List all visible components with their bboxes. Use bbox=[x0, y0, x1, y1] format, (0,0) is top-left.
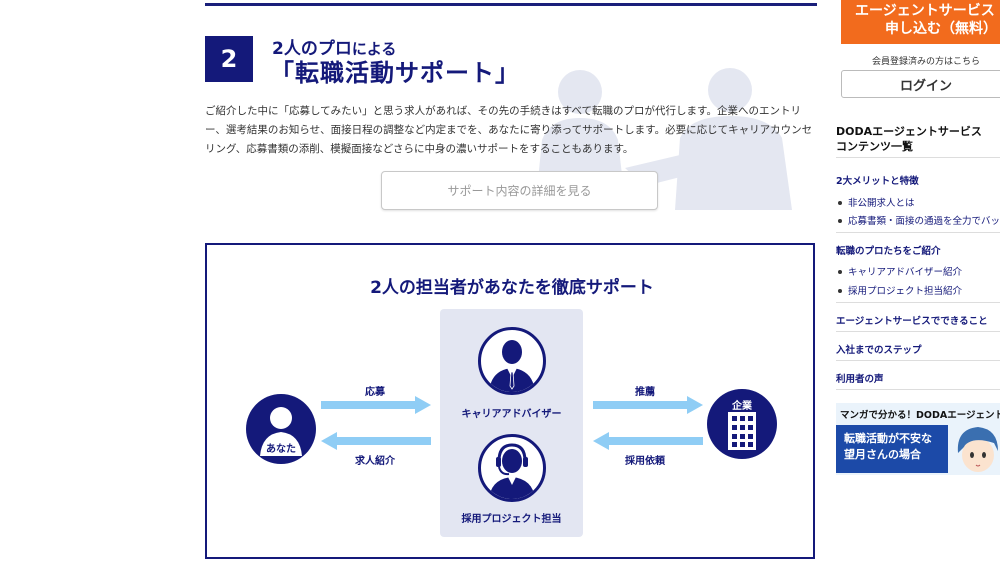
bullet-icon bbox=[838, 219, 842, 223]
sidebar-link-hidden-jobs[interactable]: 非公開求人とは bbox=[836, 195, 915, 209]
section-description: ご紹介した中に「応募してみたい」と思う求人があれば、その先の手続きはすべて転職の… bbox=[205, 105, 813, 155]
sidebar-item-label: 非公開求人とは bbox=[848, 198, 915, 209]
sidebar-link-pros[interactable]: 転職のプロたちをご紹介 bbox=[836, 243, 941, 257]
signup-line-2: 申し込む（無料） bbox=[885, 21, 997, 37]
section-title: 「転職活動サポート」 bbox=[270, 59, 520, 87]
hiring-request-label: 採用依頼 bbox=[625, 456, 665, 467]
diagram-title: 2人の担当者があなたを徹底サポート bbox=[370, 278, 654, 298]
divider bbox=[836, 157, 1000, 158]
manga-line-1: 転職活動が不安な bbox=[844, 432, 932, 445]
career-advisor-label: キャリアアドバイザー bbox=[461, 409, 562, 420]
apply-arrow bbox=[321, 396, 431, 414]
manga-banner[interactable]: マンガで分かる！DODAエージェントサ 転職活動が不安な 望月さんの場合 bbox=[836, 403, 1000, 475]
hiring-request-arrow bbox=[593, 432, 703, 450]
you-avatar: あなた bbox=[246, 394, 316, 464]
sidebar-item-label: 採用プロジェクト担当紹介 bbox=[848, 286, 963, 297]
sidebar-item-label: キャリアアドバイザー紹介 bbox=[848, 267, 963, 278]
company-avatar: 企業 bbox=[707, 389, 777, 459]
bullet-icon bbox=[838, 270, 842, 274]
divider bbox=[836, 302, 1000, 303]
member-note: 会員登録済みの方はこちら bbox=[871, 57, 980, 67]
contents-title-line-1: DODAエージェントサービス bbox=[836, 125, 982, 138]
company-label: 企業 bbox=[732, 401, 752, 412]
manga-banner-title: 転職活動が不安な 望月さんの場合 bbox=[836, 425, 948, 473]
sidebar-link-advisor-intro[interactable]: キャリアアドバイザー紹介 bbox=[836, 264, 962, 278]
divider bbox=[836, 389, 1000, 390]
job-intro-label: 求人紹介 bbox=[355, 456, 395, 467]
divider bbox=[836, 331, 1000, 332]
bullet-icon bbox=[838, 289, 842, 293]
project-manager-avatar bbox=[478, 434, 546, 502]
agent-service-signup-button[interactable]: エージェントサービス 申し込む（無料） bbox=[841, 0, 1000, 44]
signup-line-1: エージェントサービス bbox=[855, 3, 995, 19]
job-intro-arrow bbox=[321, 432, 431, 450]
sidebar-link-voices[interactable]: 利用者の声 bbox=[836, 371, 884, 385]
recommend-arrow bbox=[593, 396, 703, 414]
divider bbox=[836, 360, 1000, 361]
divider bbox=[836, 232, 1000, 233]
headset-person-icon bbox=[489, 443, 535, 499]
advisor-icon bbox=[489, 340, 535, 392]
bullet-icon bbox=[838, 201, 842, 205]
sidebar-link-document-support[interactable]: 応募書類・面接の通過を全力でバック bbox=[836, 213, 1000, 227]
project-manager-label: 採用プロジェクト担当 bbox=[461, 514, 562, 525]
contents-list-title: DODAエージェントサービス コンテンツ一覧 bbox=[836, 124, 982, 154]
sidebar-link-steps[interactable]: 入社までのステップ bbox=[836, 342, 922, 356]
sidebar-link-project-intro[interactable]: 採用プロジェクト担当紹介 bbox=[836, 283, 962, 297]
section-number: 2 bbox=[205, 36, 253, 82]
manga-character-image bbox=[957, 427, 998, 472]
sidebar-link-services[interactable]: エージェントサービスでできること bbox=[836, 313, 988, 327]
support-detail-button[interactable]: サポート内容の詳細を見る bbox=[381, 171, 658, 210]
manga-line-2: 望月さんの場合 bbox=[844, 448, 921, 461]
career-advisor-avatar bbox=[478, 327, 546, 395]
contents-title-line-2: コンテンツ一覧 bbox=[836, 140, 913, 153]
manga-banner-heading: マンガで分かる！DODAエージェントサ bbox=[840, 410, 1000, 421]
section-top-rule bbox=[205, 3, 817, 6]
building-icon bbox=[728, 412, 756, 450]
support-diagram: 2人の担当者があなたを徹底サポート あなた 企業 キャリアアドバイザー 採用プロ… bbox=[205, 243, 815, 559]
sidebar-item-label: 応募書類・面接の通過を全力でバック bbox=[848, 216, 1000, 227]
sidebar-link-merits[interactable]: 2大メリットと特徴 bbox=[836, 173, 919, 187]
login-button[interactable]: ログイン bbox=[841, 70, 1000, 98]
you-label: あなた bbox=[266, 444, 296, 455]
